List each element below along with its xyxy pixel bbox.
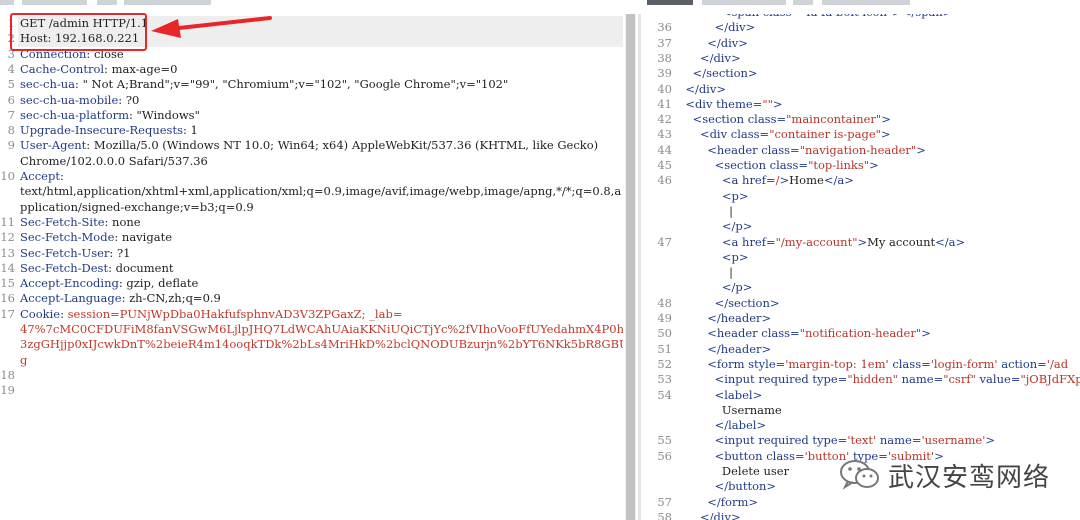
wechat-icon (840, 460, 879, 490)
watermark: 武汉安鸾网络 (838, 456, 1078, 493)
arrow-head (151, 19, 181, 38)
annotation-arrow (151, 16, 272, 38)
arrow-shaft (168, 16, 272, 31)
watermark-text: 武汉安鸾网络 (888, 463, 1051, 493)
